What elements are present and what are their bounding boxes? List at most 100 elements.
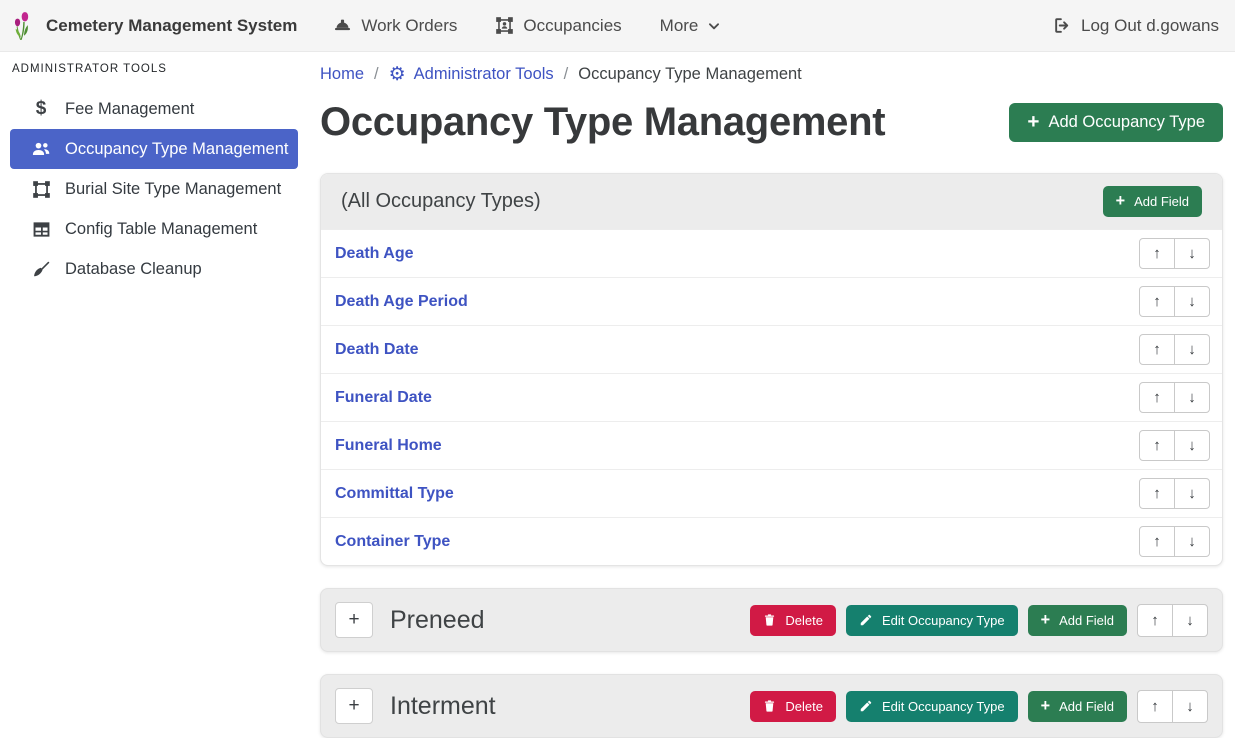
pencil-icon [859,613,873,627]
field-link[interactable]: Funeral Home [335,437,442,455]
top-navbar: Cemetery Management System Work Orders [0,0,1235,52]
delete-button[interactable]: Delete [750,691,836,722]
field-row: Funeral Date ↑ ↓ [321,373,1222,421]
add-field-label: Add Field [1134,194,1189,209]
edit-occupancy-type-label: Edit Occupancy Type [882,613,1005,628]
move-down-button[interactable]: ↓ [1174,334,1210,365]
page-title: Occupancy Type Management [320,100,885,145]
reorder-buttons: ↑ ↓ [1139,238,1210,269]
breadcrumb-separator: / [374,65,379,84]
move-down-button[interactable]: ↓ [1174,286,1210,317]
move-down-button[interactable]: ↓ [1174,430,1210,461]
add-occupancy-type-button[interactable]: + Add Occupancy Type [1009,103,1223,142]
add-occupancy-type-label: Add Occupancy Type [1048,113,1205,132]
sidebar-item-burial-site-type-management[interactable]: Burial Site Type Management [10,169,298,209]
main-content: Home / ⚙ Administrator Tools / Occupancy… [320,52,1223,738]
move-down-button[interactable]: ↓ [1174,382,1210,413]
trash-icon [763,699,776,713]
field-link[interactable]: Funeral Date [335,389,432,407]
panel-title: (All Occupancy Types) [341,190,541,213]
users-icon [30,139,52,159]
edit-occupancy-type-button[interactable]: Edit Occupancy Type [846,691,1018,722]
move-down-button[interactable]: ↓ [1172,690,1208,723]
move-down-button[interactable]: ↓ [1174,238,1210,269]
reorder-buttons: ↑ ↓ [1139,286,1210,317]
add-field-button[interactable]: + Add Field [1028,691,1127,722]
move-down-button[interactable]: ↓ [1172,604,1208,637]
occupancy-plot-icon [495,16,514,35]
reorder-buttons: ↑ ↓ [1139,382,1210,413]
move-up-button[interactable]: ↑ [1137,604,1173,637]
sidebar-item-fee-management[interactable]: $ Fee Management [10,89,298,129]
move-up-button[interactable]: ↑ [1139,286,1175,317]
move-up-button[interactable]: ↑ [1137,690,1173,723]
pencil-icon [859,699,873,713]
field-link[interactable]: Death Age [335,245,414,263]
sidebar-item-label: Burial Site Type Management [65,180,281,199]
table-icon [30,220,52,239]
expand-section-button[interactable]: + [335,602,373,638]
add-field-label: Add Field [1059,613,1114,628]
section-actions: Delete Edit Occupancy Type + Add Field [750,690,1208,723]
field-link[interactable]: Committal Type [335,485,454,503]
trash-icon [763,613,776,627]
expand-section-button[interactable]: + [335,688,373,724]
add-field-button[interactable]: + Add Field [1028,605,1127,636]
nav-more-label: More [660,16,699,36]
field-link[interactable]: Container Type [335,533,450,551]
chevron-down-icon [707,19,721,33]
move-up-button[interactable]: ↑ [1139,430,1175,461]
move-up-button[interactable]: ↑ [1139,238,1175,269]
edit-occupancy-type-button[interactable]: Edit Occupancy Type [846,605,1018,636]
move-up-button[interactable]: ↑ [1139,334,1175,365]
breadcrumb-admin-tools-link[interactable]: ⚙ Administrator Tools [389,65,554,84]
field-link[interactable]: Death Age Period [335,293,468,311]
delete-label: Delete [785,613,823,628]
reorder-buttons: ↑ ↓ [1139,430,1210,461]
page-title-row: Occupancy Type Management + Add Occupanc… [320,100,1223,145]
add-field-label: Add Field [1059,699,1114,714]
move-up-button[interactable]: ↑ [1139,382,1175,413]
edit-occupancy-type-label: Edit Occupancy Type [882,699,1005,714]
delete-label: Delete [785,699,823,714]
add-field-button[interactable]: + Add Field [1103,186,1202,217]
sidebar-item-database-cleanup[interactable]: Database Cleanup [10,249,298,289]
all-occupancy-types-header: (All Occupancy Types) + Add Field [321,174,1222,229]
sidebar: ADMINISTRATOR TOOLS $ Fee Management Occ… [0,52,310,289]
plus-icon: + [1116,195,1126,208]
sidebar-item-config-table-management[interactable]: Config Table Management [10,209,298,249]
hard-hat-icon [333,16,352,35]
breadcrumb: Home / ⚙ Administrator Tools / Occupancy… [320,65,1223,84]
section-actions: Delete Edit Occupancy Type + Add Field [750,604,1208,637]
field-row: Death Age Period ↑ ↓ [321,277,1222,325]
field-row: Committal Type ↑ ↓ [321,469,1222,517]
move-up-button[interactable]: ↑ [1139,526,1175,557]
nav-occupancies[interactable]: Occupancies [495,16,621,36]
broom-icon [30,260,52,279]
field-row: Death Age ↑ ↓ [321,229,1222,277]
field-row: Container Type ↑ ↓ [321,517,1222,565]
tulip-logo-icon [12,10,36,42]
occupancy-type-section-interment: + Interment Delete [320,674,1223,738]
logout-button[interactable]: Log Out d.gowans [1053,16,1219,36]
move-down-button[interactable]: ↓ [1174,526,1210,557]
nav-more[interactable]: More [660,16,722,36]
gear-icon: ⚙ [389,65,406,84]
nav-occupancies-label: Occupancies [523,16,621,36]
move-down-button[interactable]: ↓ [1174,478,1210,509]
breadcrumb-home-link[interactable]: Home [320,65,364,84]
app-brand: Cemetery Management System [12,10,297,42]
field-link[interactable]: Death Date [335,341,419,359]
move-up-button[interactable]: ↑ [1139,478,1175,509]
delete-button[interactable]: Delete [750,605,836,636]
field-row: Death Date ↑ ↓ [321,325,1222,373]
section-title: Interment [390,692,496,721]
nav-work-orders[interactable]: Work Orders [333,16,457,36]
plus-icon: + [1041,700,1051,713]
section-title: Preneed [390,606,485,635]
app-title: Cemetery Management System [46,16,297,36]
field-row: Funeral Home ↑ ↓ [321,421,1222,469]
sidebar-item-occupancy-type-management[interactable]: Occupancy Type Management [10,129,298,169]
plot-frame-icon [30,180,52,199]
navbar-links: Work Orders Occupancies More [333,16,721,36]
